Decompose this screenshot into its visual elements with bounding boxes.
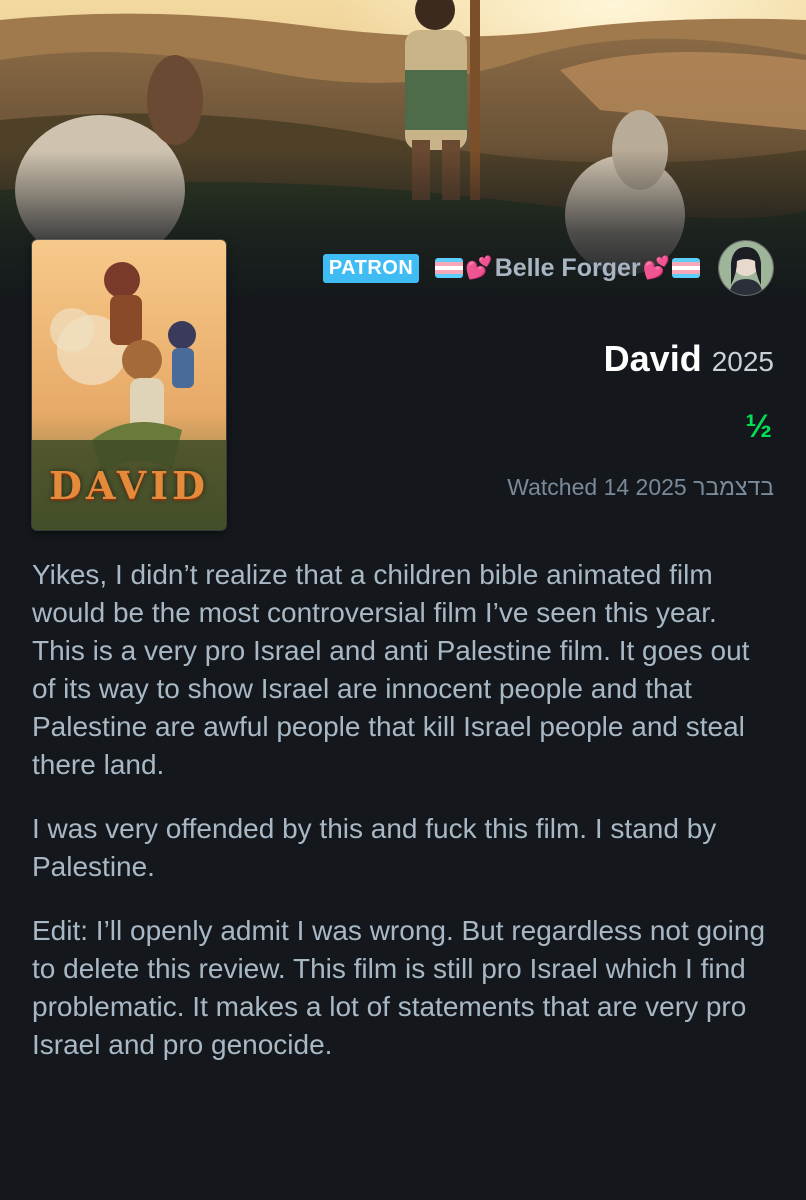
review-author-row: PATRON 💕 Belle Forger 💕 [322, 238, 774, 298]
review-body: Yikes, I didn’t realize that a children … [32, 556, 776, 1090]
review-paragraph: I was very offended by this and fuck thi… [32, 813, 717, 882]
two-hearts-icon: 💕 [642, 255, 670, 280]
review-paragraph: Yikes, I didn’t realize that a children … [32, 559, 750, 780]
trans-flag-icon [672, 258, 700, 278]
star-rating: ½ [745, 408, 772, 444]
username: Belle Forger [494, 253, 641, 282]
poster-title: DAVID [49, 463, 209, 508]
trans-flag-icon [435, 258, 464, 278]
avatar[interactable] [718, 240, 774, 296]
film-title-link[interactable]: David [604, 338, 702, 380]
username-link[interactable]: 💕 Belle Forger 💕 [435, 254, 700, 283]
film-year-link[interactable]: 2025 [712, 346, 774, 378]
film-poster[interactable]: DAVID [32, 240, 226, 530]
patron-badge: PATRON [322, 253, 420, 283]
film-title-row: David 2025 [604, 338, 774, 380]
review-paragraph: Edit: I’ll openly admit I was wrong. But… [32, 915, 766, 1060]
watched-date: Watched 14 בדצמבר 2025 [507, 474, 774, 500]
two-hearts-icon: 💕 [465, 255, 493, 280]
